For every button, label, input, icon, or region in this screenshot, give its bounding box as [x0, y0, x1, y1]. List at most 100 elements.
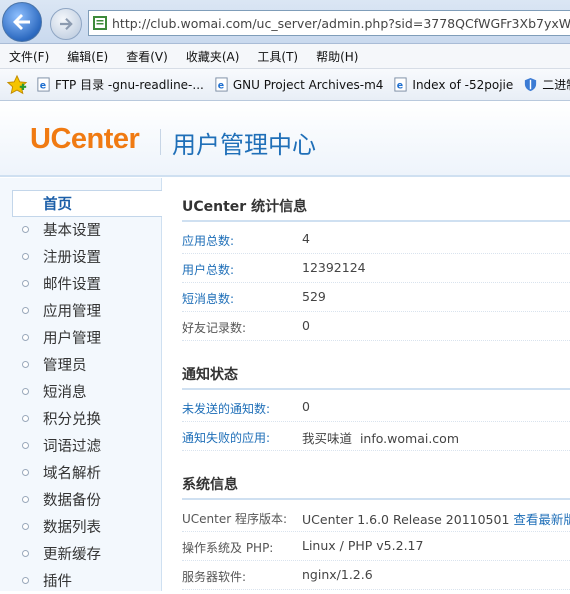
menu-help[interactable]: 帮助(H) — [307, 48, 367, 65]
back-button[interactable] — [2, 2, 42, 42]
bullet-icon — [22, 280, 29, 287]
svg-text:e: e — [218, 80, 224, 91]
sidebar-item-domain-resolve[interactable]: 域名解析 — [0, 459, 162, 486]
version-text: UCenter 1.6.0 Release 20110501 — [302, 512, 510, 527]
forward-arrow-icon — [60, 18, 73, 30]
menu-edit[interactable]: 编辑(E) — [58, 48, 117, 65]
bullet-icon — [22, 307, 29, 314]
sidebar-item-label: 更新缓存 — [43, 547, 101, 563]
sysinfo-section-title: 系统信息 — [182, 477, 238, 493]
url-text: http://club.womai.com/uc_server/admin.ph… — [112, 15, 570, 31]
main-content: UCenter 统计信息 应用总数: 4 用户总数: 12392124 短消息数… — [162, 178, 570, 591]
browser-toolbar: http://club.womai.com/uc_server/admin.ph… — [0, 0, 570, 44]
stats-label-link[interactable]: 应用总数: — [182, 232, 234, 249]
section-divider — [182, 498, 570, 500]
stats-label: 好友记录数: — [182, 321, 247, 335]
ie-page-icon: e — [394, 77, 407, 92]
check-latest-version-link[interactable]: 查看最新版 — [513, 512, 570, 527]
bullet-icon — [22, 253, 29, 260]
sidebar-item-update-cache[interactable]: 更新缓存 — [0, 540, 162, 567]
sysinfo-row-server: 服务器软件: nginx/1.2.6 — [182, 561, 570, 590]
sidebar-item-register-settings[interactable]: 注册设置 — [0, 243, 162, 270]
sidebar-item-label: 首页 — [43, 197, 72, 213]
sidebar-item-label: 管理员 — [43, 358, 87, 374]
sidebar-item-data-backup[interactable]: 数据备份 — [0, 486, 162, 513]
stats-value: 12392124 — [302, 260, 366, 275]
stats-row-users: 用户总数: 12392124 — [182, 254, 570, 283]
bullet-icon — [22, 523, 29, 530]
notice-section-title: 通知状态 — [182, 367, 238, 383]
sidebar-item-mail-settings[interactable]: 邮件设置 — [0, 270, 162, 297]
sidebar-item-label: 邮件设置 — [43, 277, 101, 293]
sidebar-item-label: 积分兑换 — [43, 412, 101, 428]
ie-page-icon: e — [215, 77, 228, 92]
favorite-label: Index of -52pojie — [412, 77, 514, 92]
favorite-label: GNU Project Archives-m4 — [232, 77, 384, 92]
menu-view[interactable]: 查看(V) — [117, 48, 177, 65]
favorite-link-ftp[interactable]: e FTP 目录 -gnu-readline-... — [32, 76, 210, 93]
sysinfo-label: 服务器软件: — [182, 570, 247, 584]
stats-row-friends: 好友记录数: 0 — [182, 312, 570, 341]
favorite-label: 二进制 — [542, 78, 570, 92]
favorite-link-gnu[interactable]: e GNU Project Archives-m4 — [210, 77, 390, 92]
sysinfo-label: 操作系统及 PHP: — [182, 541, 274, 555]
section-divider — [182, 220, 570, 222]
section-divider — [182, 388, 570, 390]
stats-label-link[interactable]: 用户总数: — [182, 261, 234, 278]
sidebar-item-messages[interactable]: 短消息 — [0, 378, 162, 405]
sidebar-item-label: 词语过滤 — [43, 439, 101, 455]
page-favicon-icon — [93, 16, 107, 30]
stats-value: 529 — [302, 289, 326, 304]
favorite-link-binary[interactable]: 二进制 — [519, 76, 570, 93]
sidebar-item-word-filter[interactable]: 词语过滤 — [0, 432, 162, 459]
menu-tools[interactable]: 工具(T) — [248, 48, 307, 65]
favorite-label: FTP 目录 -gnu-readline-... — [55, 78, 204, 92]
sidebar-item-label: 数据备份 — [43, 493, 101, 509]
favorites-bar: e FTP 目录 -gnu-readline-... e GNU Project… — [0, 69, 570, 101]
sidebar-item-app-management[interactable]: 应用管理 — [0, 297, 162, 324]
bullet-icon — [22, 226, 29, 233]
notice-value: 0 — [302, 399, 310, 414]
bullet-icon — [22, 550, 29, 557]
notice-row-failed: 通知失败的应用: 我买味道 info.womai.com — [182, 422, 570, 451]
ucenter-logo[interactable]: UCenter — [30, 123, 140, 156]
sidebar-item-credit-exchange[interactable]: 积分兑换 — [0, 405, 162, 432]
stats-section-title: UCenter 统计信息 — [182, 199, 308, 215]
sysinfo-value: UCenter 1.6.0 Release 20110501 查看最新版 — [302, 509, 570, 528]
bullet-icon — [22, 415, 29, 422]
sidebar-item-data-list[interactable]: 数据列表 — [0, 513, 162, 540]
sidebar-item-label: 插件 — [43, 574, 72, 590]
sidebar-item-basic-settings[interactable]: 基本设置 — [0, 216, 162, 243]
favorite-link-52pojie[interactable]: e Index of -52pojie — [389, 77, 519, 92]
sysinfo-row-os-php: 操作系统及 PHP: Linux / PHP v5.2.17 — [182, 532, 570, 561]
bullet-icon — [22, 442, 29, 449]
shield-icon — [525, 77, 537, 92]
menu-favorites[interactable]: 收藏夹(A) — [177, 48, 249, 65]
sidebar-item-plugins[interactable]: 插件 — [0, 567, 162, 594]
forward-button[interactable] — [50, 8, 82, 40]
bullet-icon — [22, 577, 29, 584]
sidebar-item-label: 短消息 — [43, 385, 87, 401]
stats-value: 0 — [302, 318, 310, 333]
favorites-star-icon[interactable] — [6, 74, 28, 96]
sidebar-item-user-management[interactable]: 用户管理 — [0, 324, 162, 351]
sidebar-item-label: 应用管理 — [43, 304, 101, 320]
sidebar-item-home[interactable]: 首页 — [12, 190, 162, 217]
menu-file[interactable]: 文件(F) — [0, 48, 58, 65]
stats-value: 4 — [302, 231, 310, 246]
ie-page-icon: e — [37, 77, 50, 92]
ucenter-header: UCenter 用户管理中心 — [0, 101, 570, 177]
sysinfo-value: Linux / PHP v5.2.17 — [302, 538, 424, 553]
address-bar[interactable]: http://club.womai.com/uc_server/admin.ph… — [88, 10, 570, 36]
notice-label-link[interactable]: 通知失败的应用: — [182, 429, 270, 446]
sysinfo-label: UCenter 程序版本: — [182, 512, 288, 526]
stats-label-link[interactable]: 短消息数: — [182, 290, 234, 307]
sidebar-item-label: 域名解析 — [43, 466, 101, 482]
sysinfo-value: nginx/1.2.6 — [302, 567, 373, 582]
notice-label-link[interactable]: 未发送的通知数: — [182, 400, 270, 417]
stats-row-apps: 应用总数: 4 — [182, 225, 570, 254]
bullet-icon — [22, 361, 29, 368]
menu-bar: 文件(F) 编辑(E) 查看(V) 收藏夹(A) 工具(T) 帮助(H) — [0, 44, 570, 69]
sidebar-item-admins[interactable]: 管理员 — [0, 351, 162, 378]
svg-text:e: e — [397, 80, 403, 91]
